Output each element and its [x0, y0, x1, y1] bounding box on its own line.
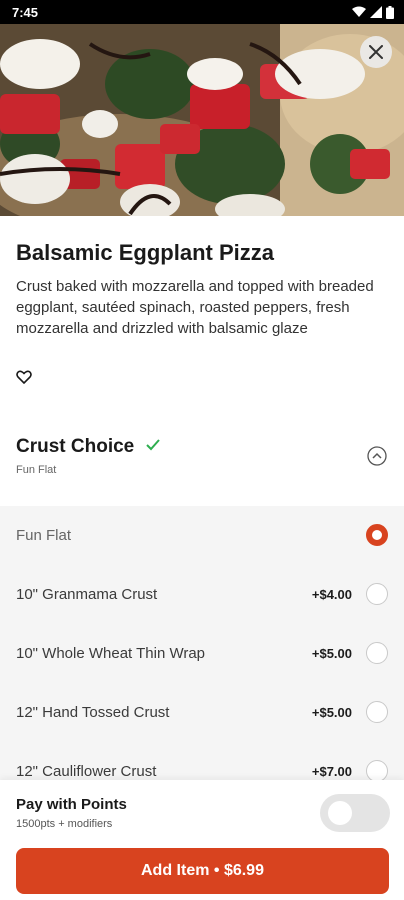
option-price: +$4.00: [311, 587, 352, 602]
option-row[interactable]: 10" Granmama Crust +$4.00: [0, 565, 404, 624]
hero-image: [0, 24, 404, 216]
option-price: +$5.00: [311, 705, 352, 720]
radio-unselected[interactable]: [366, 642, 388, 664]
section-selected-summary: Fun Flat: [16, 464, 57, 476]
option-row[interactable]: Fun Flat: [0, 506, 404, 565]
option-price: +$5.00: [311, 646, 352, 661]
radio-unselected[interactable]: [366, 583, 388, 605]
crust-choice-header[interactable]: Crust Choice Fun Flat: [0, 426, 404, 506]
option-label: 12" Cauliflower Crust: [16, 763, 157, 780]
toggle-knob: [328, 801, 352, 825]
option-label: Fun Flat: [16, 527, 72, 544]
wifi-icon: [352, 6, 366, 17]
pizza-photo: [0, 24, 404, 216]
check-icon: [146, 439, 160, 451]
signal-icon: [370, 6, 382, 18]
add-item-button[interactable]: Add Item • $6.99: [16, 848, 389, 894]
option-label: 12" Hand Tossed Crust: [16, 704, 170, 721]
status-time: 7:45: [12, 4, 39, 20]
item-title: Balsamic Eggplant Pizza: [16, 240, 274, 265]
close-button[interactable]: [360, 36, 392, 68]
status-bar: 7:45: [0, 0, 404, 24]
chevron-up-icon[interactable]: [367, 446, 387, 466]
points-subtitle: 1500pts + modifiers: [16, 818, 113, 830]
option-label: 10" Whole Wheat Thin Wrap: [16, 645, 206, 662]
pay-with-points-label: Pay with Points: [16, 796, 127, 813]
option-price: +$7.00: [311, 764, 352, 779]
option-row[interactable]: 12" Cauliflower Crust +$7.00: [0, 742, 404, 780]
option-row[interactable]: 10" Whole Wheat Thin Wrap +$5.00: [0, 624, 404, 683]
bottom-bar: Pay with Points 1500pts + modifiers Add …: [0, 780, 404, 900]
battery-icon: [386, 5, 394, 19]
status-icons: [352, 5, 394, 19]
section-title: Crust Choice: [16, 436, 135, 457]
radio-unselected[interactable]: [366, 760, 388, 780]
pay-with-points-toggle[interactable]: [320, 794, 390, 832]
option-label: 10" Granmama Crust: [16, 586, 158, 603]
close-icon: [369, 45, 383, 59]
radio-selected[interactable]: [366, 524, 388, 546]
heart-icon[interactable]: [16, 369, 32, 385]
option-row[interactable]: 12" Hand Tossed Crust +$5.00: [0, 683, 404, 742]
crust-options-list: Fun Flat 10" Granmama Crust +$4.00 10" W…: [0, 506, 404, 780]
item-description: Crust baked with mozzarella and topped w…: [16, 278, 374, 337]
radio-unselected[interactable]: [366, 701, 388, 723]
